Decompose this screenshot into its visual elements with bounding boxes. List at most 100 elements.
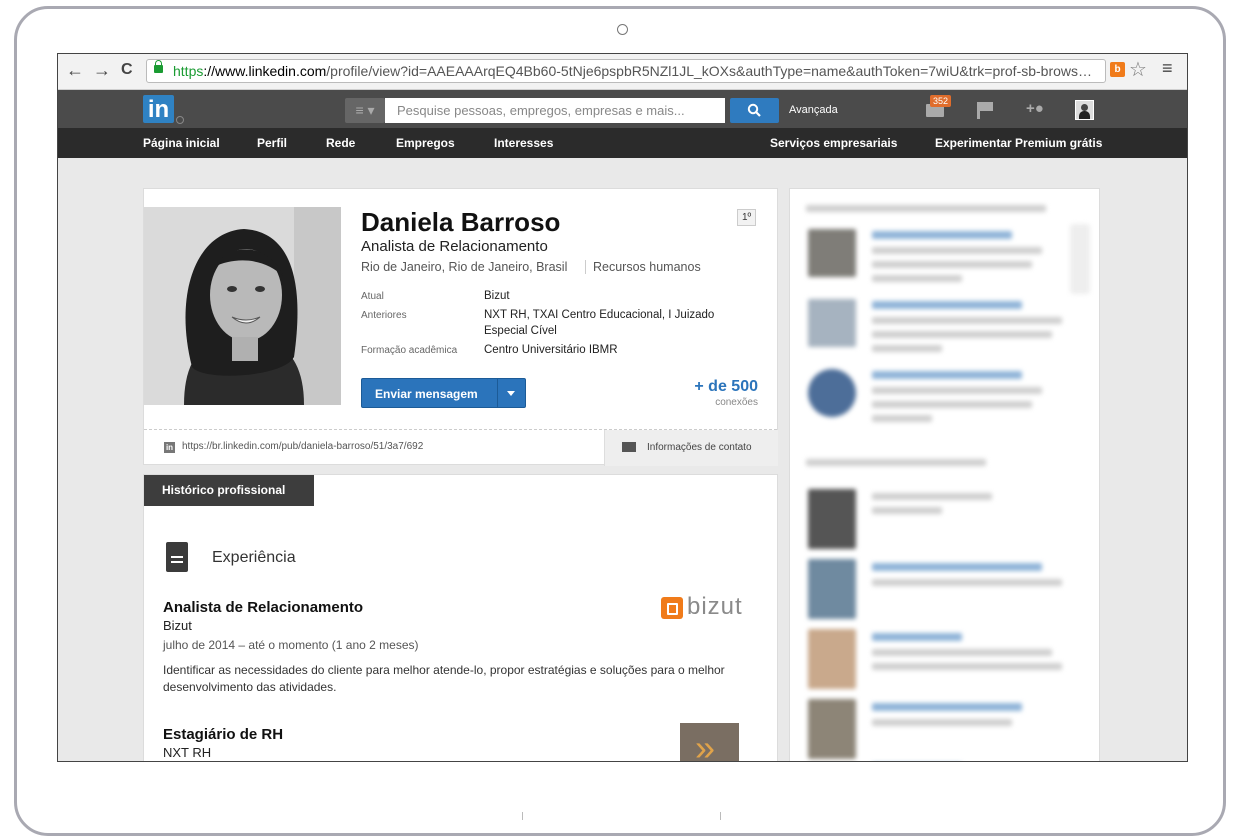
extension-icon[interactable]: b xyxy=(1110,62,1125,77)
experience-title: Experiência xyxy=(212,549,296,566)
sidebar-text xyxy=(872,415,932,422)
sidebar-heading xyxy=(806,205,1046,212)
nav-item-jobs[interactable]: Empregos xyxy=(396,136,455,150)
sidebar-text xyxy=(872,261,1032,268)
sidebar-text xyxy=(872,387,1042,394)
messages-badge: 352 xyxy=(930,95,952,107)
nav-item-home[interactable]: Página inicial xyxy=(143,136,220,150)
connection-degree-badge: 1º xyxy=(737,209,757,226)
search-input[interactable]: Pesquise pessoas, empregos, empresas e m… xyxy=(385,98,725,123)
history-section: Histórico profissional Experiência Anali… xyxy=(143,474,778,761)
sidebar-text xyxy=(872,649,1052,656)
sidebar-text xyxy=(872,247,1042,254)
profile-photo-image xyxy=(144,207,341,405)
sidebar-thumb[interactable] xyxy=(808,299,856,347)
sidebar-link[interactable] xyxy=(872,633,962,641)
sidebar-text xyxy=(872,579,1062,586)
nav-item-premium[interactable]: Experimentar Premium grátis xyxy=(935,136,1102,150)
job-dates: julho de 2014 – até o momento (1 ano 2 m… xyxy=(163,638,419,652)
notifications-flag-icon[interactable] xyxy=(977,102,993,119)
right-sidebar xyxy=(789,188,1100,761)
sidebar-text xyxy=(872,493,992,500)
back-button[interactable]: ← xyxy=(66,60,84,80)
sidebar-text xyxy=(872,401,1032,408)
linkedin-small-icon: in xyxy=(164,442,175,453)
contact-info-button[interactable]: Informações de contato xyxy=(604,430,778,466)
nxt-rh-logo[interactable] xyxy=(680,723,739,761)
browser-toolbar: ← → C https://www.linkedin.com/profile/v… xyxy=(58,54,1187,90)
sidebar-person-photo[interactable] xyxy=(808,629,856,689)
connections-label: conexões xyxy=(715,397,758,408)
sidebar-thumb[interactable] xyxy=(808,369,856,417)
nav-item-interests[interactable]: Interesses xyxy=(494,136,553,150)
job-title[interactable]: Analista de Relacionamento xyxy=(163,599,363,616)
forward-button[interactable]: → xyxy=(93,60,111,80)
document-icon xyxy=(166,542,188,572)
sidebar-text xyxy=(872,345,942,352)
search-button[interactable] xyxy=(730,98,779,123)
job-company[interactable]: NXT RH xyxy=(163,745,211,760)
sidebar-heading xyxy=(806,459,986,466)
sidebar-carousel-arrow[interactable] xyxy=(1070,224,1090,294)
education-value[interactable]: Centro Universitário IBMR xyxy=(484,342,744,358)
bookmark-star-icon[interactable]: ☆ xyxy=(1129,57,1147,82)
job-company[interactable]: Bizut xyxy=(163,618,192,633)
bizut-logo-mark xyxy=(661,597,683,619)
nav-item-profile[interactable]: Perfil xyxy=(257,136,287,150)
sidebar-text xyxy=(872,317,1062,324)
profile-photo xyxy=(144,207,341,405)
sidebar-text xyxy=(872,719,1012,726)
sidebar-link[interactable] xyxy=(872,301,1022,309)
job-title[interactable]: Estagiário de RH xyxy=(163,726,283,743)
send-message-dropdown[interactable] xyxy=(497,379,525,407)
frame-mark-right xyxy=(720,812,721,820)
nav-item-business[interactable]: Serviços empresariais xyxy=(770,136,897,150)
linkedin-logo[interactable]: in xyxy=(143,95,174,123)
sidebar-link[interactable] xyxy=(872,231,1012,239)
sidebar-text xyxy=(872,507,942,514)
sidebar-person-photo[interactable] xyxy=(808,559,856,619)
url-text: https://www.linkedin.com/profile/view?id… xyxy=(173,63,1103,79)
profile-industry[interactable]: Recursos humanos xyxy=(585,260,701,274)
browser-menu-icon[interactable]: ≡ xyxy=(1162,58,1173,79)
advanced-search-link[interactable]: Avançada xyxy=(789,104,838,116)
current-label: Atual xyxy=(361,291,384,302)
history-tab[interactable]: Histórico profissional xyxy=(144,475,314,506)
sidebar-person-photo[interactable] xyxy=(808,699,856,759)
main-nav: Página inicial Perfil Rede Empregos Inte… xyxy=(58,128,1187,158)
url-path: /profile/view?id=AAEAAArqEQ4Bb60-5tNje6p… xyxy=(326,63,1093,79)
sidebar-link[interactable] xyxy=(872,371,1022,379)
bizut-logo-text: bizut xyxy=(687,593,743,620)
send-message-label: Enviar mensagem xyxy=(375,387,478,401)
send-message-button[interactable]: Enviar mensagem xyxy=(361,378,526,408)
linkedin-header: in ≡ ▾ Pesquise pessoas, empregos, empre… xyxy=(58,90,1187,128)
folder-icon xyxy=(622,442,636,452)
search-icon xyxy=(747,103,761,117)
add-connections-icon[interactable]: +● xyxy=(1026,100,1044,117)
current-value[interactable]: Bizut xyxy=(484,288,744,304)
sidebar-link[interactable] xyxy=(872,563,1042,571)
profile-name: Daniela Barroso xyxy=(361,207,561,237)
camera-dot xyxy=(617,24,628,35)
account-avatar[interactable] xyxy=(1075,100,1094,120)
sidebar-thumb[interactable] xyxy=(808,229,856,277)
sidebar-person-photo[interactable] xyxy=(808,489,856,549)
frame-mark-left xyxy=(522,812,523,820)
connections-count: + de 500 xyxy=(694,378,758,395)
sidebar-text xyxy=(872,275,962,282)
url-scheme: https xyxy=(173,63,204,79)
logo-registered-mark xyxy=(176,116,184,124)
education-label: Formação acadêmica xyxy=(361,345,458,356)
sidebar-link[interactable] xyxy=(872,703,1022,711)
search-category-menu[interactable]: ≡ ▾ xyxy=(345,98,385,123)
previous-value[interactable]: NXT RH, TXAI Centro Educacional, I Juiza… xyxy=(484,307,744,339)
profile-card: Daniela Barroso Analista de Relacionamen… xyxy=(143,188,778,466)
lock-icon xyxy=(154,60,163,73)
public-profile-url[interactable]: https://br.linkedin.com/pub/daniela-barr… xyxy=(182,441,423,452)
reload-button[interactable]: C xyxy=(121,60,133,80)
address-bar[interactable]: https://www.linkedin.com/profile/view?id… xyxy=(146,59,1106,83)
profile-location[interactable]: Rio de Janeiro, Rio de Janeiro, Brasil xyxy=(361,260,567,274)
job-description: Identificar as necessidades do cliente p… xyxy=(163,663,725,694)
nav-item-network[interactable]: Rede xyxy=(326,136,355,150)
browser-screen: ← → C https://www.linkedin.com/profile/v… xyxy=(57,53,1188,762)
